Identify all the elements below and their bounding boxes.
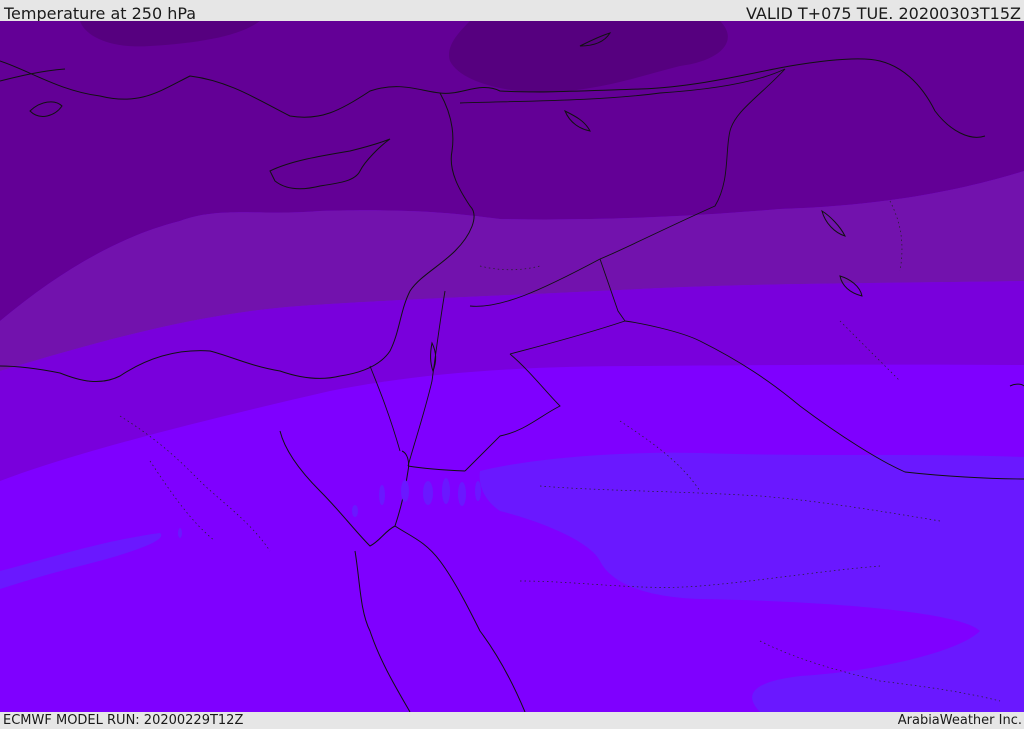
weather-map[interactable] [0,21,1024,712]
footer-bar: ECMWF MODEL RUN: 20200229T12Z ArabiaWeat… [0,712,1024,729]
credit-label: ArabiaWeather Inc. [897,713,1022,728]
model-run-label: ECMWF MODEL RUN: 20200229T12Z [3,713,244,728]
map-canvas [0,21,1024,712]
header-bar: Temperature at 250 hPa VALID T+075 TUE. … [0,0,1024,23]
